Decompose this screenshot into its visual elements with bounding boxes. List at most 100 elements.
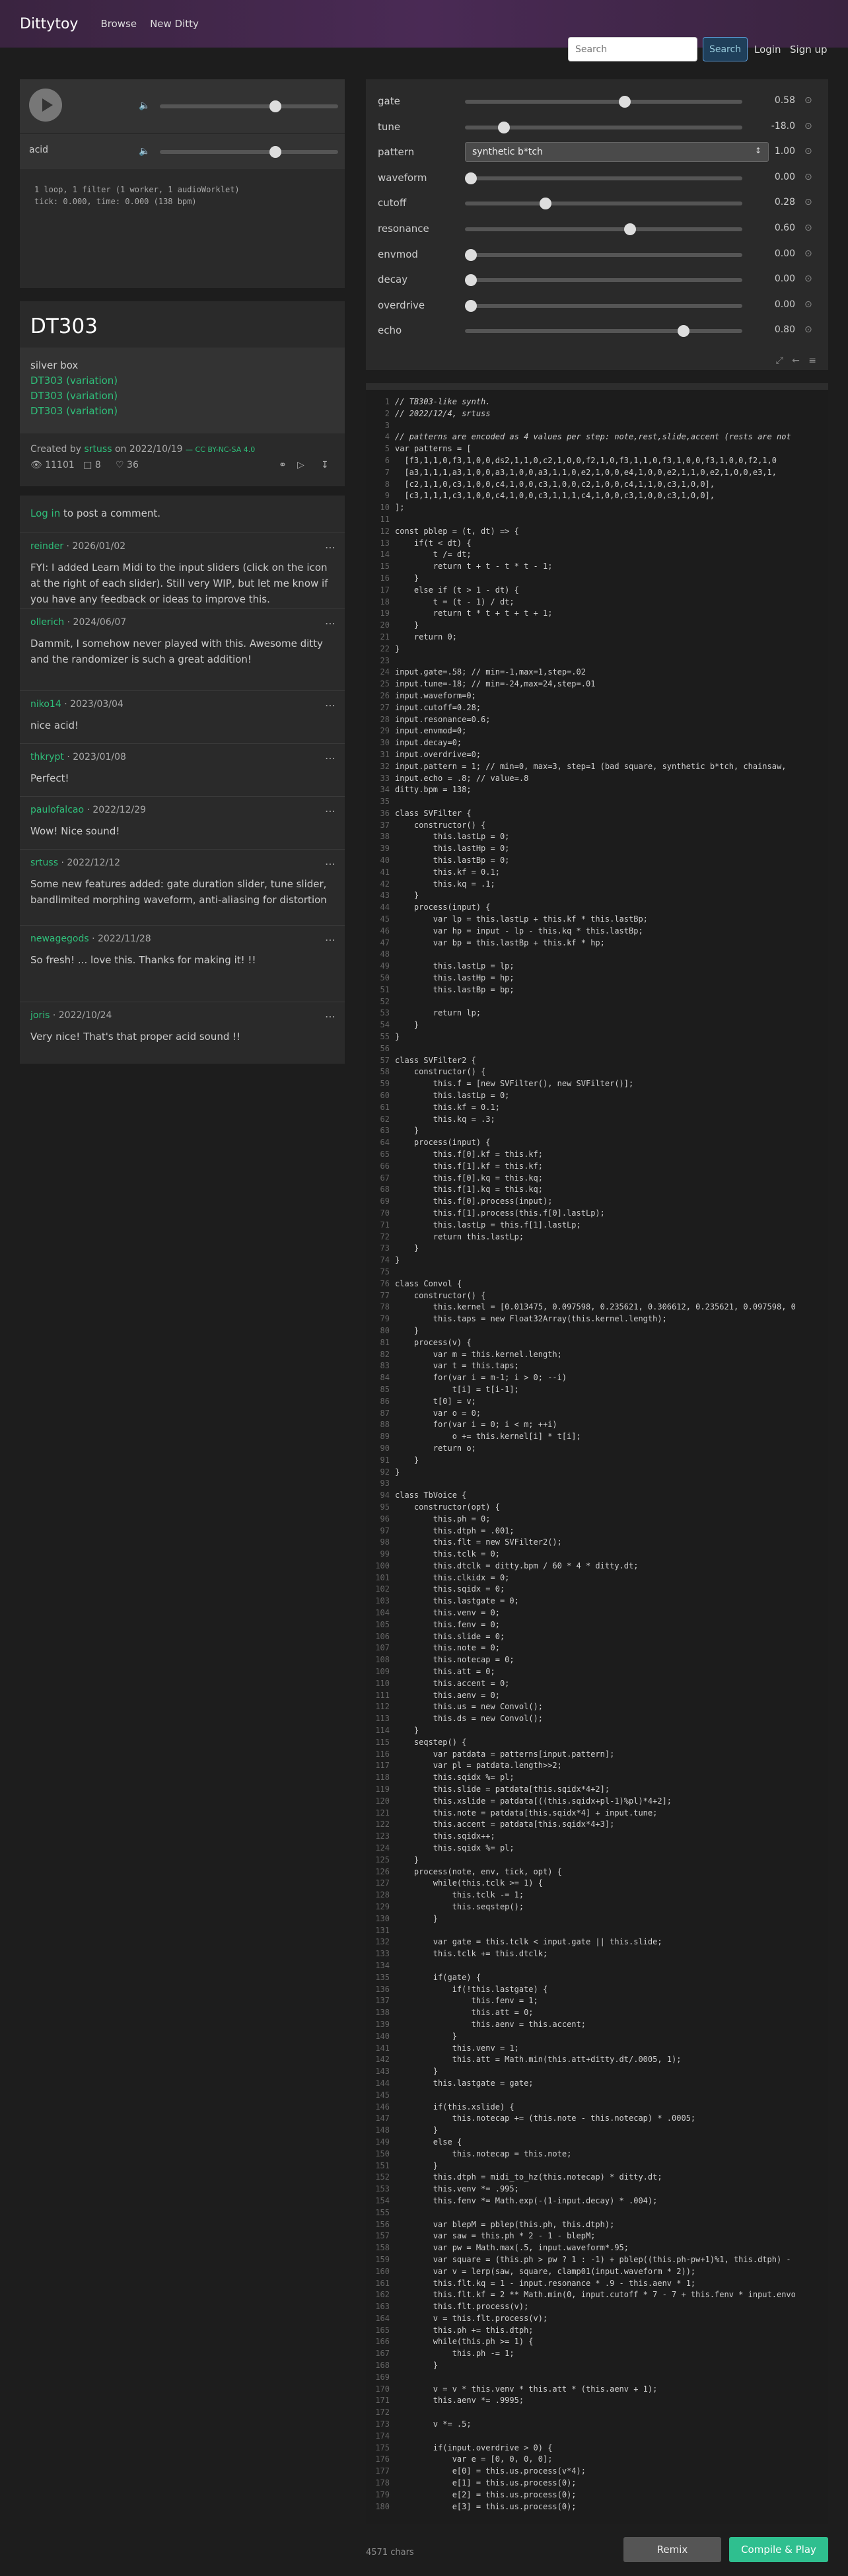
code-line[interactable]: 132 var gate = this.tclk < input.gate ||… bbox=[366, 1936, 828, 1948]
midi-learn-icon[interactable]: ⊙ bbox=[804, 223, 812, 233]
code-line[interactable]: 94 class TbVoice { bbox=[366, 1490, 828, 1502]
code-line[interactable]: 93 bbox=[366, 1478, 828, 1490]
share-icon[interactable]: ⚭ bbox=[279, 460, 287, 470]
comment-author[interactable]: thkrypt bbox=[30, 752, 64, 762]
cutoff-slider[interactable] bbox=[465, 198, 742, 210]
code-line[interactable]: 61 this.kf = 0.1; bbox=[366, 1102, 828, 1114]
more-icon[interactable]: ⋯ bbox=[325, 805, 336, 817]
code-line[interactable]: 70 this.f[1].process(this.f[0].lastLp); bbox=[366, 1208, 828, 1220]
code-line[interactable]: 43 } bbox=[366, 890, 828, 902]
code-line[interactable]: 46 var hp = input - lp - this.kq * this.… bbox=[366, 926, 828, 938]
code-line[interactable]: 57 class SVFilter2 { bbox=[366, 1055, 828, 1067]
comment-login-link[interactable]: Log in bbox=[30, 507, 60, 519]
code-line[interactable]: 51 this.lastBp = bp; bbox=[366, 984, 828, 996]
code-line[interactable]: 86 t[0] = v; bbox=[366, 1396, 828, 1408]
code-line[interactable]: 113 this.ds = new Convol(); bbox=[366, 1713, 828, 1725]
code-line[interactable]: 3 bbox=[366, 420, 828, 432]
pattern-select[interactable]: synthetic b*tch ↕ bbox=[465, 142, 769, 163]
code-line[interactable]: 175 if(input.overdrive > 0) { bbox=[366, 2443, 828, 2454]
author-link[interactable]: srtuss bbox=[84, 444, 112, 455]
code-line[interactable]: 24 input.gate=.58; // min=-1,max=1,step=.… bbox=[366, 667, 828, 679]
code-line[interactable]: 117 var pl = patdata.length>>2; bbox=[366, 1760, 828, 1772]
code-line[interactable]: 100 this.dtclk = ditty.bpm / 60 * 4 * di… bbox=[366, 1561, 828, 1572]
code-line[interactable]: 65 this.f[0].kf = this.kf; bbox=[366, 1149, 828, 1161]
code-line[interactable]: 130 } bbox=[366, 1913, 828, 1925]
code-line[interactable]: 33 input.echo = .8; // value=.8 bbox=[366, 773, 828, 785]
code-line[interactable]: 169 bbox=[366, 2372, 828, 2384]
code-line[interactable]: 56 bbox=[366, 1043, 828, 1055]
overdrive-slider[interactable] bbox=[465, 299, 742, 312]
code-line[interactable]: 149 else { bbox=[366, 2137, 828, 2149]
code-line[interactable]: 141 this.venv = 1; bbox=[366, 2043, 828, 2055]
code-line[interactable]: 95 constructor(opt) { bbox=[366, 1502, 828, 1514]
code-line[interactable]: 134 bbox=[366, 1960, 828, 1972]
midi-learn-icon[interactable]: ⊙ bbox=[804, 121, 812, 131]
gate-slider[interactable] bbox=[465, 96, 742, 108]
code-line[interactable]: 73 } bbox=[366, 1243, 828, 1255]
nav-new-ditty[interactable]: New Ditty bbox=[150, 18, 199, 30]
slider-thumb[interactable] bbox=[619, 96, 631, 108]
code-line[interactable]: 127 while(this.tclk >= 1) { bbox=[366, 1878, 828, 1890]
code-line[interactable]: 116 var patdata = patterns[input.pattern… bbox=[366, 1749, 828, 1761]
code-line[interactable]: 76 class Convol { bbox=[366, 1278, 828, 1290]
code-line[interactable]: 52 bbox=[366, 996, 828, 1008]
code-line[interactable]: 122 this.accent = patdata[this.sqidx*4+3… bbox=[366, 1819, 828, 1831]
tune-slider[interactable] bbox=[465, 121, 742, 133]
code-line[interactable]: 27 input.cutoff=0.28; bbox=[366, 702, 828, 714]
code-line[interactable]: 153 this.venv *= .995; bbox=[366, 2184, 828, 2195]
code-line[interactable]: 20 } bbox=[366, 620, 828, 632]
decay-slider[interactable] bbox=[465, 274, 742, 287]
code-line[interactable]: 152 this.dtph = midi_to_hz(this.notecap)… bbox=[366, 2172, 828, 2184]
code-line[interactable]: 157 var saw = this.ph * 2 - 1 - blepM; bbox=[366, 2230, 828, 2242]
comment-author[interactable]: reinder bbox=[30, 541, 63, 552]
code-line[interactable]: 170 v = v * this.venv * this.att * (this… bbox=[366, 2384, 828, 2396]
code-line[interactable]: 49 this.lastLp = lp; bbox=[366, 961, 828, 973]
code-line[interactable]: 131 bbox=[366, 1925, 828, 1937]
code-line[interactable]: 144 this.lastgate = gate; bbox=[366, 2078, 828, 2090]
search-input[interactable] bbox=[568, 37, 697, 61]
code-line[interactable]: 178 e[1] = this.us.process(0); bbox=[366, 2478, 828, 2489]
brand-logo[interactable]: Dittytoy bbox=[20, 16, 78, 32]
code-line[interactable]: 133 this.tclk += this.dtclk; bbox=[366, 1948, 828, 1960]
code-line[interactable]: 147 this.notecap += (this.note - this.no… bbox=[366, 2113, 828, 2125]
code-line[interactable]: 172 bbox=[366, 2407, 828, 2419]
code-lines[interactable]: 1// TB303-like synth. 2// 2022/12/4, srtu… bbox=[366, 396, 828, 2513]
code-line[interactable]: 37 constructor() { bbox=[366, 820, 828, 832]
code-line[interactable]: 22} bbox=[366, 644, 828, 655]
code-line[interactable]: 163 this.flt.process(v); bbox=[366, 2301, 828, 2313]
master-volume-slider[interactable] bbox=[160, 100, 338, 112]
code-line[interactable]: 74} bbox=[366, 1255, 828, 1267]
code-line[interactable]: 68 this.f[1].kq = this.kq; bbox=[366, 1184, 828, 1196]
code-line[interactable]: 148 } bbox=[366, 2125, 828, 2137]
code-line[interactable]: 63 } bbox=[366, 1125, 828, 1137]
code-line[interactable]: 126 process(note, env, tick, opt) { bbox=[366, 1866, 828, 1878]
compile-and-play-button[interactable]: Compile & Play bbox=[729, 2537, 828, 2562]
code-line[interactable]: 104 this.venv = 0; bbox=[366, 1607, 828, 1619]
code-line[interactable]: 59 this.f = [new SVFilter(), new SVFilte… bbox=[366, 1078, 828, 1090]
code-line[interactable]: 161 this.flt.kq = 1 - input.resonance * … bbox=[366, 2278, 828, 2290]
code-line[interactable]: 98 this.flt = new SVFilter2(); bbox=[366, 1537, 828, 1549]
slider-thumb[interactable] bbox=[624, 223, 637, 235]
code-line[interactable]: 90 return o; bbox=[366, 1443, 828, 1455]
code-line[interactable]: 41 this.kf = 0.1; bbox=[366, 867, 828, 879]
comment-author[interactable]: ollerich bbox=[30, 617, 64, 628]
code-line[interactable]: 115 seqstep() { bbox=[366, 1737, 828, 1749]
code-line[interactable]: 60 this.lastLp = 0; bbox=[366, 1090, 828, 1102]
code-line[interactable]: 29 input.envmod=0; bbox=[366, 725, 828, 737]
code-line[interactable]: 154 this.fenv *= Math.exp(-(1-input.deca… bbox=[366, 2195, 828, 2207]
code-line[interactable]: 48 bbox=[366, 949, 828, 961]
code-line[interactable]: 146 if(this.xslide) { bbox=[366, 2102, 828, 2114]
code-line[interactable]: 45 var lp = this.lastLp + this.kf * this… bbox=[366, 914, 828, 926]
midi-learn-icon[interactable]: ⊙ bbox=[804, 95, 812, 106]
search-button[interactable]: Search bbox=[703, 37, 748, 61]
code-line[interactable]: 54 } bbox=[366, 1019, 828, 1031]
code-line[interactable]: 66 this.f[1].kf = this.kf; bbox=[366, 1161, 828, 1173]
code-line[interactable]: 168 } bbox=[366, 2360, 828, 2372]
code-line[interactable]: 28 input.resonance=0.6; bbox=[366, 714, 828, 726]
comment-author[interactable]: paulofalcao bbox=[30, 805, 84, 815]
code-line[interactable]: 88 for(var i = 0; i < m; ++i) bbox=[366, 1419, 828, 1431]
comment-author[interactable]: newagegods bbox=[30, 934, 89, 944]
more-icon[interactable]: ⋯ bbox=[325, 858, 336, 870]
code-line[interactable]: 31 input.overdrive=0; bbox=[366, 749, 828, 761]
code-line[interactable]: 145 bbox=[366, 2090, 828, 2102]
